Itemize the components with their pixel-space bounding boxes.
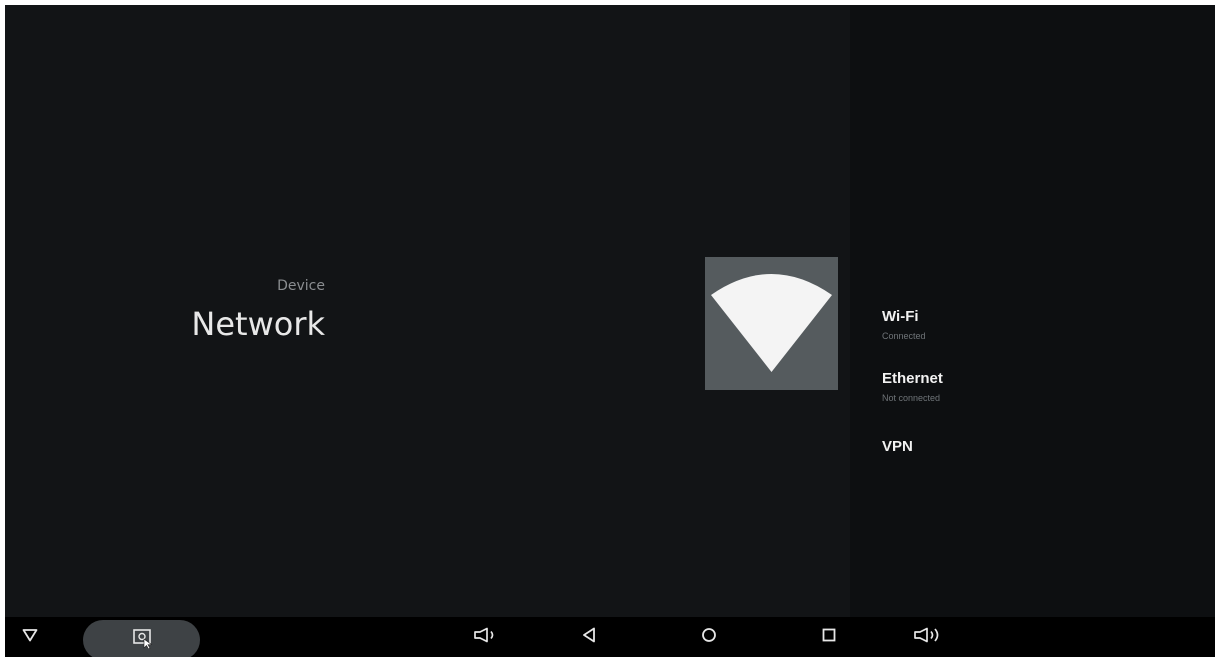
- volume-up-icon: [913, 626, 947, 649]
- wifi-icon: [705, 257, 838, 390]
- collapse-icon: [22, 628, 38, 647]
- collapse-button[interactable]: [15, 617, 45, 657]
- volume-up-button[interactable]: [909, 617, 951, 657]
- system-navigation-bar: [5, 617, 1215, 657]
- wifi-option-label: Wi-Fi: [882, 308, 919, 325]
- vpn-option[interactable]: VPN: [882, 438, 913, 455]
- recents-icon: [822, 628, 836, 647]
- wifi-option-status: Connected: [882, 331, 926, 341]
- home-button[interactable]: [697, 617, 721, 657]
- wifi-option[interactable]: Wi-Fi Connected: [882, 308, 926, 341]
- ethernet-option[interactable]: Ethernet Not connected: [882, 370, 943, 403]
- vpn-option-label: VPN: [882, 438, 913, 455]
- settings-category-label: Device: [277, 278, 325, 294]
- recents-button[interactable]: [817, 617, 841, 657]
- volume-down-icon: [473, 627, 501, 648]
- screenshot-icon: [132, 627, 154, 654]
- browse-fragment: Device Network: [5, 5, 850, 617]
- back-button[interactable]: [577, 617, 601, 657]
- tv-screen: Device Network Wi-Fi Connected Ethernet …: [5, 5, 1215, 657]
- ethernet-option-label: Ethernet: [882, 370, 943, 387]
- ethernet-option-status: Not connected: [882, 393, 941, 403]
- screenshot-button[interactable]: [120, 620, 165, 657]
- page-title: Network: [191, 305, 325, 343]
- volume-down-button[interactable]: [470, 617, 504, 657]
- home-icon: [701, 627, 717, 648]
- back-icon: [582, 627, 596, 648]
